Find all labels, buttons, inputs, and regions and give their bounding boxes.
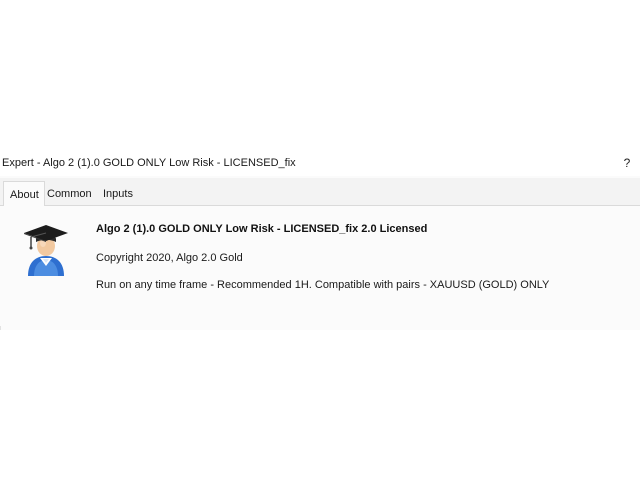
tab-about[interactable]: About (3, 181, 45, 208)
tab-common[interactable]: Common (44, 183, 95, 205)
expert-graduate-icon (24, 225, 68, 276)
dialog-title: Expert - Algo 2 (1).0 GOLD ONLY Low Risk… (2, 157, 296, 169)
expert-copyright: Copyright 2020, Algo 2.0 Gold (96, 252, 243, 264)
expert-name: Algo 2 (1).0 GOLD ONLY Low Risk - LICENS… (96, 223, 428, 235)
about-panel: Algo 2 (1).0 GOLD ONLY Low Risk - LICENS… (0, 206, 640, 326)
tab-bar: About Common Inputs (0, 178, 640, 208)
expert-properties-dialog: Expert - Algo 2 (1).0 GOLD ONLY Low Risk… (0, 150, 640, 330)
tab-inputs[interactable]: Inputs (100, 183, 136, 205)
dialog-title-bar[interactable]: Expert - Algo 2 (1).0 GOLD ONLY Low Risk… (0, 150, 640, 176)
help-button[interactable]: ? (620, 155, 634, 171)
expert-description: Run on any time frame - Recommended 1H. … (96, 279, 550, 291)
page: Expert - Algo 2 (1).0 GOLD ONLY Low Risk… (0, 0, 640, 480)
